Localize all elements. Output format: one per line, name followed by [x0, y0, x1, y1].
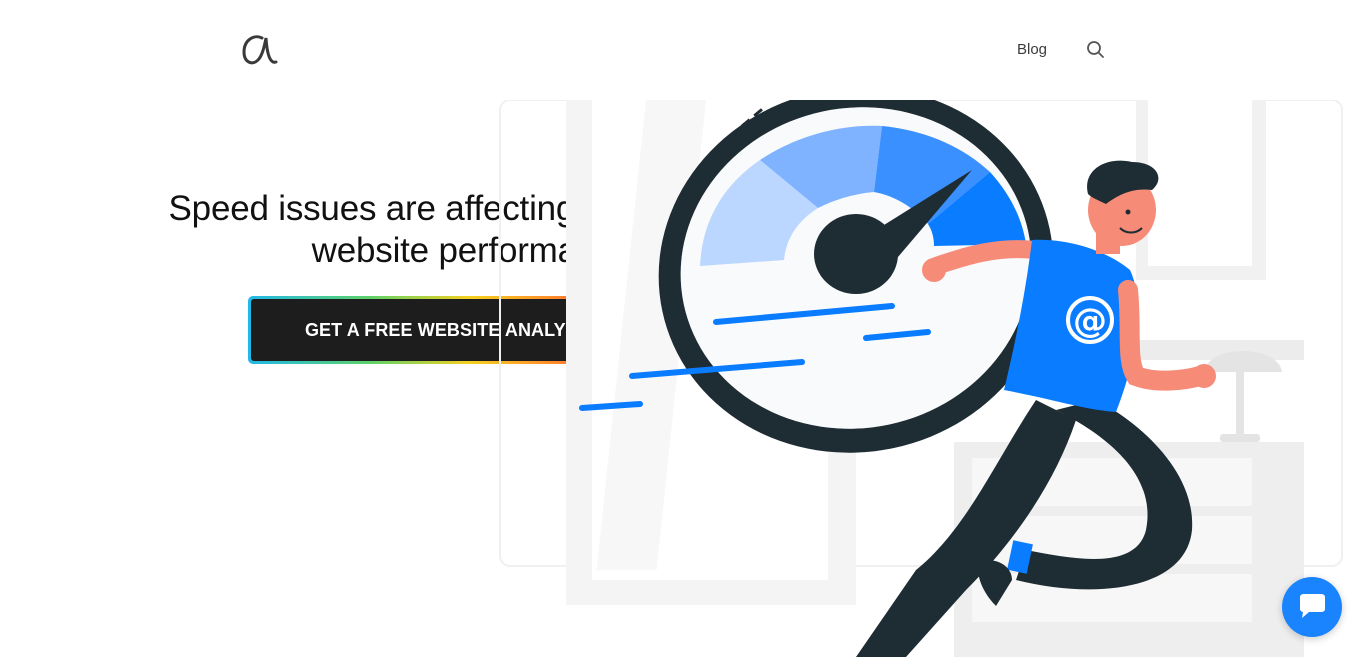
hero-illustration: @: [496, 87, 1366, 657]
nav-blog-link[interactable]: Blog: [1017, 41, 1047, 58]
site-logo[interactable]: [240, 28, 280, 72]
search-icon[interactable]: [1086, 40, 1106, 60]
chat-bubble-icon: [1300, 594, 1325, 618]
svg-text:@: @: [1073, 301, 1107, 341]
site-header: Blog: [0, 0, 1366, 100]
chat-widget-button[interactable]: [1282, 577, 1342, 637]
